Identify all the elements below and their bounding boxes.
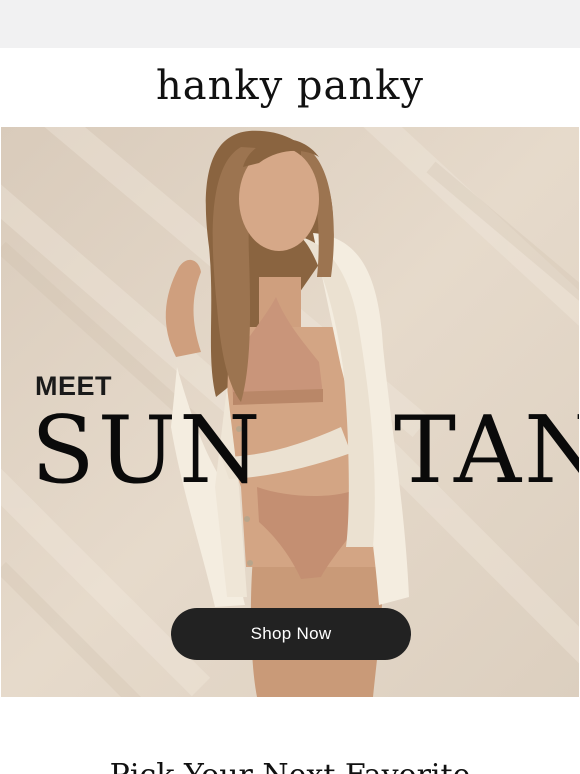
header: hanky panky	[0, 48, 580, 127]
hero-title-left: SUN	[31, 396, 264, 504]
section-heading: Pick Your Next Favorite	[0, 758, 580, 774]
hero-title-right: TAN	[394, 396, 579, 504]
email-body: hanky panky MEET SUN TAN Shop Now	[0, 48, 580, 774]
shop-now-button[interactable]: Shop Now	[171, 608, 411, 660]
brand-logo[interactable]: hanky panky	[156, 63, 424, 109]
hero-banner[interactable]: MEET SUN TAN Shop Now	[1, 127, 579, 697]
